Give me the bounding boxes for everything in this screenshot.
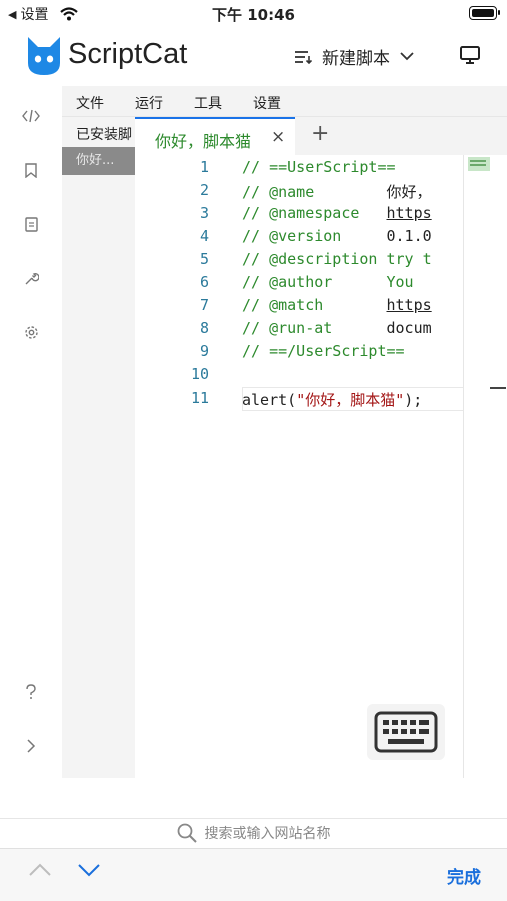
line-number: 11 xyxy=(190,389,209,407)
clock: 下午 10:46 xyxy=(212,6,295,24)
chevron-up-icon[interactable] xyxy=(28,863,52,877)
menu-bar: 文件 运行 工具 设置 xyxy=(62,86,507,117)
line-number: 9 xyxy=(199,342,209,360)
document-icon[interactable] xyxy=(21,214,41,234)
minimap-cursor-marker xyxy=(490,387,506,389)
keyboard-icon xyxy=(374,711,438,753)
code-line: // ==/UserScript== xyxy=(242,342,405,360)
wrench-icon[interactable] xyxy=(21,268,41,288)
code-line: // @run-at docum xyxy=(242,319,432,337)
code-icon[interactable] xyxy=(21,106,41,126)
tab-title: 你好，脚本猫 xyxy=(155,132,252,151)
help-icon[interactable] xyxy=(21,682,41,702)
line-number: 10 xyxy=(190,365,209,383)
address-bar[interactable]: 搜索或输入网站名称 xyxy=(0,818,507,849)
keyboard-toggle-button[interactable] xyxy=(367,704,445,760)
brand-name: ScriptCat xyxy=(68,38,188,70)
script-list-item[interactable]: 你好... xyxy=(62,147,135,175)
status-bar: ◀ 设置 下午 10:46 xyxy=(0,0,507,28)
code-line: // @namespace https xyxy=(242,204,432,222)
line-number: 1 xyxy=(199,158,209,176)
line-number: 5 xyxy=(199,250,209,268)
sort-list-icon xyxy=(295,50,312,64)
tab-hello-scriptcat[interactable]: 你好，脚本猫 × xyxy=(135,117,295,155)
new-script-label: 新建脚本 xyxy=(322,49,390,69)
installed-scripts-label: 已安装脚 xyxy=(76,127,132,143)
done-button[interactable]: 完成 xyxy=(447,863,481,888)
new-script-button[interactable]: 新建脚本 xyxy=(294,44,414,69)
gear-icon[interactable] xyxy=(21,322,41,342)
line-number: 2 xyxy=(199,181,209,199)
menu-run[interactable]: 运行 xyxy=(135,93,163,113)
menu-settings[interactable]: 设置 xyxy=(253,93,281,113)
menu-tools[interactable]: 工具 xyxy=(194,93,222,113)
search-placeholder: 搜索或输入网站名称 xyxy=(204,826,331,842)
search-icon xyxy=(177,823,197,843)
sidebar xyxy=(0,86,63,778)
code-line: // @name 你好， xyxy=(242,183,432,201)
battery-icon xyxy=(469,6,500,20)
script-list-panel xyxy=(62,86,135,778)
code-line: alert("你好，脚本猫"); xyxy=(242,391,423,409)
code-editor[interactable]: 1 2 3 4 5 6 7 8 9 10 11 // ==UserScript=… xyxy=(135,155,463,778)
line-number: 8 xyxy=(199,319,209,337)
code-line: // ==UserScript== xyxy=(242,158,396,176)
close-icon[interactable]: × xyxy=(271,127,285,147)
code-line: // @match https xyxy=(242,296,432,314)
code-line: // @description try t xyxy=(242,250,432,268)
line-number: 6 xyxy=(199,273,209,291)
monitor-icon[interactable] xyxy=(460,46,480,64)
editor-minimap[interactable] xyxy=(463,155,507,778)
bookmark-icon[interactable] xyxy=(21,160,41,180)
app-header: ScriptCat 新建脚本 xyxy=(0,28,507,86)
line-number: 4 xyxy=(199,227,209,245)
scriptcat-logo-icon xyxy=(28,37,60,75)
tab-bar: 你好，脚本猫 × + xyxy=(135,117,507,155)
menu-file[interactable]: 文件 xyxy=(76,93,104,113)
expand-chevron-icon[interactable] xyxy=(21,736,41,756)
chevron-down-icon xyxy=(400,52,414,61)
add-tab-icon[interactable]: + xyxy=(311,121,329,146)
line-number: 7 xyxy=(199,296,209,314)
keyboard-accessory-toolbar: 完成 xyxy=(0,848,507,901)
chevron-down-icon[interactable] xyxy=(77,863,101,877)
code-line: // @author You xyxy=(242,273,414,291)
minimap-preview xyxy=(468,157,490,171)
line-number: 3 xyxy=(199,204,209,222)
code-line: // @version 0.1.0 xyxy=(242,227,432,245)
